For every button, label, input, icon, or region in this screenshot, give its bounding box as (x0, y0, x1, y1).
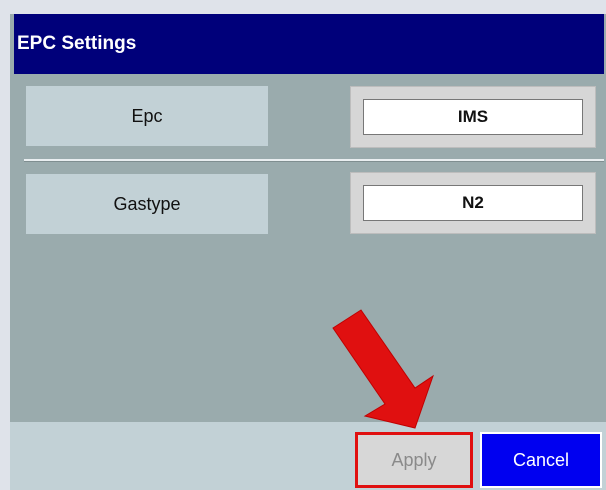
dialog-footer: Apply Cancel (10, 422, 606, 490)
red-arrow-icon (332, 309, 434, 429)
gastype-label: Gastype (26, 174, 268, 234)
cancel-button[interactable]: Cancel (480, 432, 602, 488)
epc-field[interactable]: IMS (350, 86, 596, 148)
screen-background: EPC Settings Epc IMS Gastype N2 Apply Ca… (0, 0, 606, 490)
epc-settings-dialog: EPC Settings Epc IMS Gastype N2 Apply Ca… (10, 14, 606, 490)
gastype-value[interactable]: N2 (363, 185, 583, 221)
apply-button[interactable]: Apply (355, 432, 473, 488)
epc-value[interactable]: IMS (363, 99, 583, 135)
gastype-field[interactable]: N2 (350, 172, 596, 234)
dialog-title: EPC Settings (14, 14, 604, 74)
epc-label: Epc (26, 86, 268, 146)
row-divider (24, 159, 604, 162)
